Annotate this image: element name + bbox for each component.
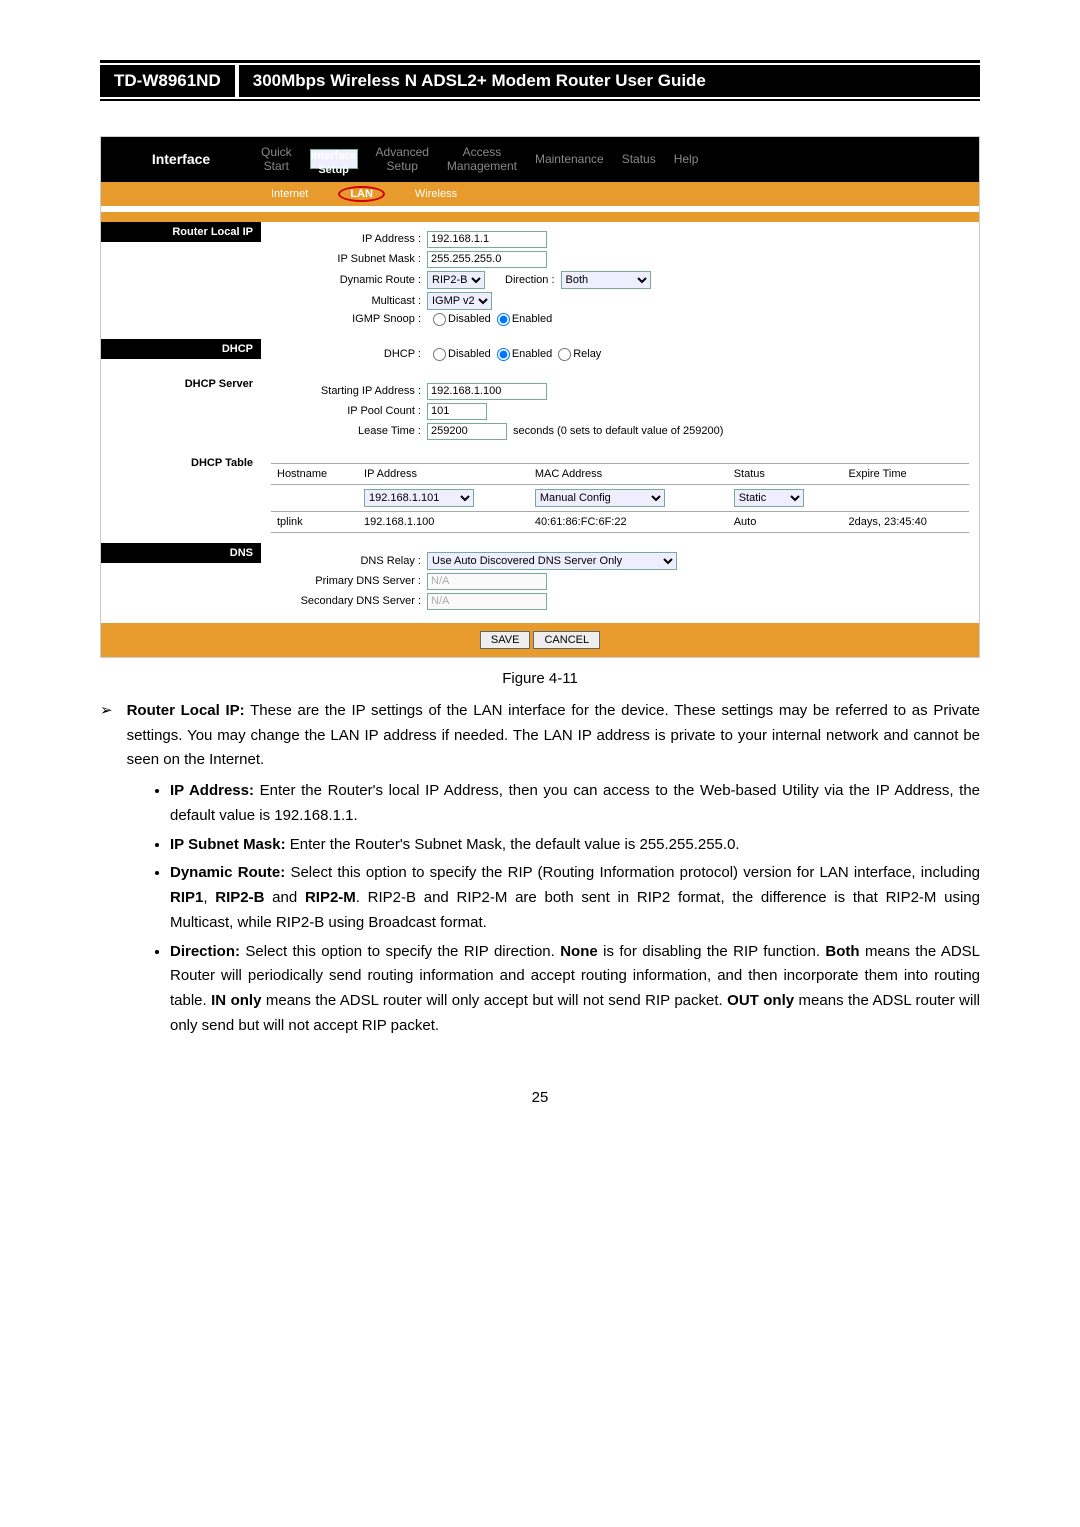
subtab-lan[interactable]: LAN [338, 186, 385, 202]
dns-relay-select[interactable]: Use Auto Discovered DNS Server Only [427, 552, 677, 570]
subtab-wireless[interactable]: Wireless [415, 188, 457, 200]
dhcp-table: Hostname IP Address MAC Address Status E… [271, 463, 969, 533]
section-dhcp-server: DHCP Server [101, 374, 261, 394]
nav-section-label: Interface [101, 137, 261, 182]
table-row: tplink 192.168.1.100 40:61:86:FC:6F:22 A… [271, 511, 969, 532]
save-button[interactable]: SAVE [480, 631, 531, 649]
section-router-local-ip: Router Local IP [101, 222, 261, 242]
lease-time-input[interactable] [427, 423, 507, 440]
model-badge: TD-W8961ND [100, 65, 235, 97]
section-dhcp-table: DHCP Table [101, 453, 261, 473]
tab-maintenance[interactable]: Maintenance [535, 152, 604, 166]
start-ip-input[interactable] [427, 383, 547, 400]
igmp-snoop-disabled-radio[interactable] [433, 313, 446, 326]
secondary-dns-input [427, 593, 547, 610]
dhcp-relay-radio[interactable] [558, 348, 571, 361]
ip-address-input[interactable] [427, 231, 547, 248]
tab-interface-setup[interactable]: Interface Setup [310, 149, 358, 169]
dhcp-ip-select[interactable]: 192.168.1.101 [364, 489, 474, 507]
table-row: 192.168.1.101 Manual Config Static [271, 484, 969, 511]
ip-pool-count-input[interactable] [427, 403, 487, 420]
primary-dns-input [427, 573, 547, 590]
page-number: 25 [100, 1089, 980, 1106]
direction-select[interactable]: Both [561, 271, 651, 289]
doc-text: ➢ Router Local IP: These are the IP sett… [100, 699, 980, 1039]
section-dhcp: DHCP [101, 339, 261, 359]
cancel-button[interactable]: CANCEL [533, 631, 600, 649]
tab-status[interactable]: Status [622, 152, 656, 166]
dhcp-status-select[interactable]: Static [734, 489, 804, 507]
tab-advanced-setup[interactable]: Advanced Setup [376, 145, 429, 174]
multicast-select[interactable]: IGMP v2 [427, 292, 492, 310]
tab-help[interactable]: Help [674, 152, 699, 166]
bullet-icon: ➢ [100, 699, 113, 773]
doc-header: TD-W8961ND 300Mbps Wireless N ADSL2+ Mod… [100, 65, 980, 97]
dhcp-disabled-radio[interactable] [433, 348, 446, 361]
subnet-mask-input[interactable] [427, 251, 547, 268]
tab-quick-start[interactable]: Quick Start [261, 145, 292, 174]
dhcp-enabled-radio[interactable] [497, 348, 510, 361]
router-ui: Interface Quick Start Interface Setup Ad… [100, 136, 980, 658]
dhcp-mac-select[interactable]: Manual Config [535, 489, 665, 507]
doc-title: 300Mbps Wireless N ADSL2+ Modem Router U… [239, 65, 980, 97]
subtab-internet[interactable]: Internet [271, 188, 308, 200]
dynamic-route-select[interactable]: RIP2-B [427, 271, 485, 289]
igmp-snoop-enabled-radio[interactable] [497, 313, 510, 326]
tab-access-management[interactable]: Access Management [447, 145, 517, 174]
figure-caption: Figure 4-11 [100, 670, 980, 687]
section-dns: DNS [101, 543, 261, 563]
